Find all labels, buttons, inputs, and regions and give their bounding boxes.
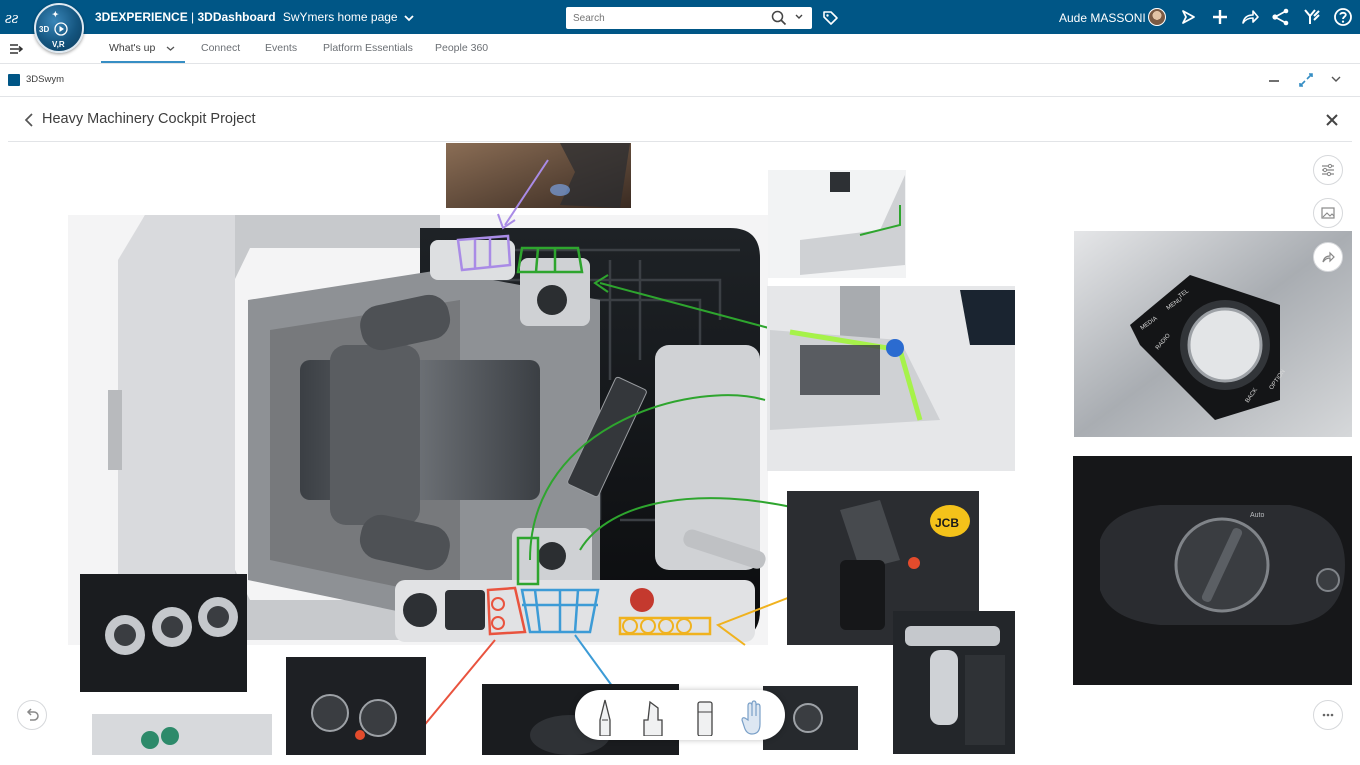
tab-platform-essentials[interactable]: Platform Essentials: [323, 42, 413, 54]
widget-name: 3DSwym: [26, 74, 65, 85]
avatar[interactable]: [1148, 8, 1166, 26]
help-icon[interactable]: [1333, 7, 1353, 27]
minimize-icon[interactable]: [1268, 76, 1280, 86]
search-input[interactable]: [566, 7, 766, 29]
eraser-icon[interactable]: [690, 698, 720, 736]
search-icon[interactable]: [771, 10, 787, 26]
more-icon: [1322, 713, 1334, 717]
undo-button[interactable]: [17, 700, 47, 730]
photo-control-panel[interactable]: [767, 286, 1015, 471]
whiteboard-drawing: JCB MEDIA MENU TEL RADIO BACK OPTION Aut…: [68, 143, 1352, 755]
jcb-logo-text: JCB: [935, 516, 959, 530]
search-dropdown-icon[interactable]: [794, 11, 804, 23]
forward-icon: [1322, 251, 1335, 263]
menu-toggle-icon[interactable]: [9, 42, 23, 56]
project-header: Heavy Machinery Cockpit Project: [8, 97, 1352, 142]
photo-gear-selector[interactable]: [893, 611, 1015, 754]
tab-whats-up[interactable]: What's up: [109, 42, 175, 54]
photo-climate-knobs[interactable]: [286, 657, 426, 755]
tab-connect[interactable]: Connect: [201, 42, 240, 54]
pen-icon[interactable]: [590, 698, 620, 736]
share-board-button[interactable]: [1313, 242, 1343, 272]
whiteboard-canvas[interactable]: JCB MEDIA MENU TEL RADIO BACK OPTION Aut…: [8, 143, 1352, 755]
title-separator: |: [187, 10, 198, 24]
drawing-toolbar: [575, 690, 785, 740]
top-bar: ƨƨ ✦ 3D V,R 3DEXPERIENCE | 3DDashboard S…: [0, 0, 1360, 53]
more-button[interactable]: [1313, 700, 1343, 730]
auto-label: Auto: [1250, 512, 1265, 519]
photo-light-switch[interactable]: Auto: [1073, 456, 1352, 685]
tab-events[interactable]: Events: [265, 42, 297, 54]
network-icon[interactable]: [1271, 7, 1291, 27]
image-button[interactable]: [1313, 198, 1343, 228]
chevron-down-icon[interactable]: [1331, 75, 1341, 83]
undo-icon: [26, 708, 39, 721]
expand-icon[interactable]: [1298, 72, 1314, 88]
tab-people-360[interactable]: People 360: [435, 42, 488, 54]
dashboard-label: SwYmers home page: [282, 10, 398, 24]
ds-logo-icon[interactable]: ƨƨ: [4, 5, 30, 29]
user-name[interactable]: Aude MASSONI: [1059, 11, 1146, 25]
plus-icon[interactable]: [1210, 7, 1230, 27]
back-chevron-icon[interactable]: [24, 113, 34, 127]
marker-icon[interactable]: [638, 698, 668, 736]
svg-text:ƨƨ: ƨƨ: [5, 8, 19, 27]
nav-bar: What's up Connect Events Platform Essent…: [0, 34, 1360, 64]
hand-icon[interactable]: [738, 698, 768, 736]
filter-button[interactable]: [1313, 155, 1343, 185]
close-icon[interactable]: [1325, 113, 1339, 127]
play-icon: [54, 22, 68, 36]
photo-seat-side[interactable]: [768, 170, 906, 278]
tab-label: What's up: [109, 42, 156, 54]
search-box: [566, 7, 812, 29]
share-icon[interactable]: [1179, 7, 1199, 27]
compass-bottom-label: V,R: [52, 40, 65, 49]
swym-widget-icon: [8, 74, 20, 86]
tag-icon[interactable]: [821, 9, 839, 27]
app-title[interactable]: 3DEXPERIENCE | 3DDashboard SwYmers home …: [95, 10, 414, 24]
swym-icon[interactable]: [1302, 7, 1322, 27]
photo-rotary-knobs[interactable]: [80, 574, 247, 692]
active-tab-indicator: [101, 61, 185, 63]
compass-top-label: 3D: [39, 25, 50, 34]
chevron-down-icon[interactable]: [404, 14, 414, 22]
project-title: Heavy Machinery Cockpit Project: [42, 111, 256, 127]
compass-icon[interactable]: ✦ 3D V,R: [34, 3, 84, 53]
photo-idrive-knob[interactable]: MEDIA MENU TEL RADIO BACK OPTION: [1074, 231, 1352, 437]
photo-center-knobs[interactable]: [92, 714, 272, 755]
chevron-down-icon[interactable]: [166, 45, 175, 52]
brand-label: 3DEXPERIENCE: [95, 10, 188, 24]
image-icon: [1321, 207, 1335, 219]
app-label: 3DDashboard: [197, 10, 276, 24]
filter-icon: [1322, 163, 1334, 177]
widget-header: 3DSwym: [0, 64, 1360, 97]
forward-icon[interactable]: [1240, 7, 1260, 27]
